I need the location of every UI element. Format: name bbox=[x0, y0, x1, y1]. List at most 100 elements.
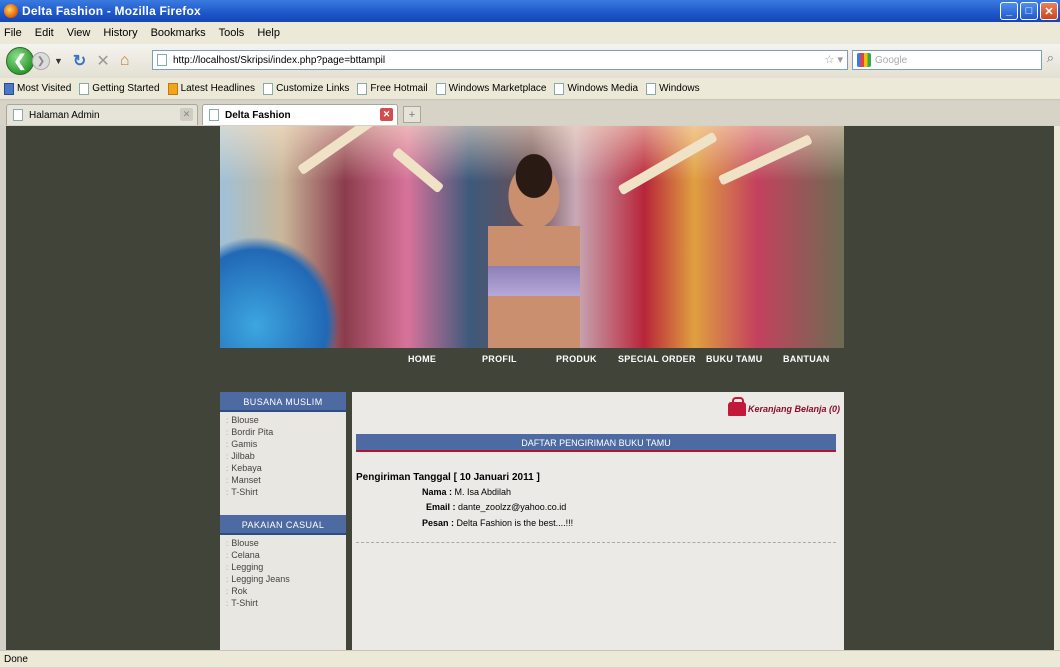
sidebar-item-label: Legging bbox=[231, 562, 264, 572]
menu-bookmarks[interactable]: Bookmarks bbox=[151, 27, 206, 39]
sidebar-item[interactable]: : T-Shirt bbox=[226, 597, 346, 609]
field-value: Delta Fashion is the best....!!! bbox=[456, 518, 574, 528]
bullet-icon: : bbox=[226, 451, 229, 461]
minimize-button[interactable]: _ bbox=[1000, 2, 1018, 20]
cart-label: Keranjang Belanja (0) bbox=[747, 404, 840, 414]
home-icon[interactable]: ⌂ bbox=[120, 52, 130, 70]
bookmark-most-visited[interactable]: Most Visited bbox=[4, 82, 71, 95]
entry-name: Nama : M. Isa Abdilah bbox=[422, 487, 511, 497]
bookmark-icon bbox=[4, 82, 14, 95]
shopping-cart-link[interactable]: Keranjang Belanja (0) bbox=[727, 397, 840, 416]
bullet-icon: : bbox=[226, 415, 229, 425]
entry-email: Email : dante_zoolzz@yahoo.co.id bbox=[426, 502, 566, 512]
section-title: DAFTAR PENGIRIMAN BUKU TAMU bbox=[356, 434, 836, 452]
entry-message: Pesan : Delta Fashion is the best....!!! bbox=[422, 518, 573, 528]
nav-buku-tamu[interactable]: BUKU TAMU bbox=[706, 354, 763, 364]
sidebar-item[interactable]: : Blouse bbox=[226, 414, 346, 426]
new-tab-button[interactable]: + bbox=[403, 106, 421, 123]
field-label: Email : bbox=[426, 502, 456, 512]
sidebar-list-pakaian-casual: : Blouse : Celana : Legging : Legging Jeans … bbox=[220, 535, 346, 613]
address-bar[interactable]: http://localhost/Skripsi/index.php?page=… bbox=[152, 50, 848, 70]
sidebar-item[interactable]: : Jilbab bbox=[226, 450, 346, 462]
bookmark-windows[interactable]: Windows bbox=[646, 82, 700, 95]
nav-special-order[interactable]: SPECIAL ORDER bbox=[618, 354, 696, 364]
nav-produk[interactable]: PRODUK bbox=[556, 354, 597, 364]
sidebar-item[interactable]: : Celana bbox=[226, 549, 346, 561]
menu-help[interactable]: Help bbox=[257, 27, 280, 39]
vertical-scrollbar[interactable] bbox=[1054, 126, 1060, 650]
menu-tools[interactable]: Tools bbox=[219, 27, 245, 39]
header-banner-image bbox=[220, 126, 844, 348]
sidebar-item-label: Celana bbox=[231, 550, 260, 560]
menu-edit[interactable]: Edit bbox=[35, 27, 54, 39]
bookmark-star-icon[interactable]: ☆ ▾ bbox=[825, 53, 843, 66]
close-button[interactable]: ✕ bbox=[1040, 2, 1058, 20]
page-icon bbox=[209, 109, 219, 121]
bullet-icon: : bbox=[226, 550, 229, 560]
banner-fabric bbox=[220, 236, 340, 348]
sidebar-item-label: Manset bbox=[231, 475, 261, 485]
sidebar-item[interactable]: : Manset bbox=[226, 474, 346, 486]
bullet-icon: : bbox=[226, 487, 229, 497]
forward-button[interactable]: ❯ bbox=[32, 52, 50, 70]
navigation-toolbar: ❮ ❯ ▼ ↻ ✕ ⌂ http://localhost/Skripsi/ind… bbox=[0, 44, 1060, 78]
sidebar-item[interactable]: : Rok bbox=[226, 585, 346, 597]
sidebar-item[interactable]: : Legging Jeans bbox=[226, 573, 346, 585]
sidebar-item[interactable]: : Blouse bbox=[226, 537, 346, 549]
tab-halaman-admin[interactable]: Halaman Admin ✕ bbox=[6, 104, 198, 125]
firefox-icon bbox=[4, 4, 18, 18]
reload-icon[interactable]: ↻ bbox=[73, 51, 86, 71]
bullet-icon: : bbox=[226, 562, 229, 572]
window-controls: _ □ ✕ bbox=[1000, 2, 1058, 20]
tab-delta-fashion[interactable]: Delta Fashion ✕ bbox=[202, 104, 398, 125]
menu-file[interactable]: File bbox=[4, 27, 22, 39]
bookmark-latest-headlines[interactable]: Latest Headlines bbox=[167, 82, 255, 95]
menu-view[interactable]: View bbox=[67, 27, 91, 39]
search-icon[interactable]: ⌕ bbox=[1047, 50, 1054, 66]
page-icon bbox=[157, 54, 167, 66]
status-bar: Done bbox=[0, 650, 1060, 667]
bullet-icon: : bbox=[226, 598, 229, 608]
tab-close-icon[interactable]: ✕ bbox=[180, 108, 193, 121]
field-value: dante_zoolzz@yahoo.co.id bbox=[458, 502, 567, 512]
bookmark-getting-started[interactable]: Getting Started bbox=[79, 82, 160, 95]
tab-label: Delta Fashion bbox=[225, 109, 291, 121]
status-text: Done bbox=[4, 653, 28, 665]
sidebar-item[interactable]: : Gamis bbox=[226, 438, 346, 450]
sidebar-item-label: T-Shirt bbox=[231, 487, 258, 497]
bullet-icon: : bbox=[226, 586, 229, 596]
search-input[interactable]: Google bbox=[852, 50, 1042, 70]
sidebar-item-label: Legging Jeans bbox=[231, 574, 290, 584]
back-button[interactable]: ❮ bbox=[6, 47, 34, 75]
rss-icon bbox=[167, 82, 178, 95]
tab-close-icon[interactable]: ✕ bbox=[380, 108, 393, 121]
address-url: http://localhost/Skripsi/index.php?page=… bbox=[173, 54, 386, 66]
sidebar-item-label: Bordir Pita bbox=[231, 427, 274, 437]
menu-bar: File Edit View History Bookmarks Tools H… bbox=[0, 22, 1060, 44]
entry-divider bbox=[356, 542, 836, 543]
bookmark-free-hotmail[interactable]: Free Hotmail bbox=[357, 82, 428, 95]
bookmark-icon bbox=[79, 82, 90, 95]
bookmark-icon bbox=[554, 82, 565, 95]
page-viewport: HOME PROFIL PRODUK SPECIAL ORDER BUKU TA… bbox=[6, 126, 1054, 650]
sidebar-item[interactable]: : Kebaya bbox=[226, 462, 346, 474]
menu-history[interactable]: History bbox=[103, 27, 137, 39]
field-label: Pesan : bbox=[422, 518, 455, 528]
sidebar-item-label: Blouse bbox=[231, 538, 259, 548]
sidebar-heading-pakaian-casual: PAKAIAN CASUAL bbox=[220, 515, 346, 535]
sidebar-item[interactable]: : Legging bbox=[226, 561, 346, 573]
sidebar-item-label: Kebaya bbox=[231, 463, 262, 473]
history-dropdown-icon[interactable]: ▼ bbox=[54, 56, 63, 66]
site-nav: HOME PROFIL PRODUK SPECIAL ORDER BUKU TA… bbox=[220, 348, 844, 372]
maximize-button[interactable]: □ bbox=[1020, 2, 1038, 20]
bullet-icon: : bbox=[226, 538, 229, 548]
sidebar-item[interactable]: : Bordir Pita bbox=[226, 426, 346, 438]
stop-icon[interactable]: ✕ bbox=[96, 51, 109, 71]
bookmark-windows-media[interactable]: Windows Media bbox=[554, 82, 638, 95]
nav-bantuan[interactable]: BANTUAN bbox=[783, 354, 830, 364]
nav-profil[interactable]: PROFIL bbox=[482, 354, 517, 364]
sidebar-item[interactable]: : T-Shirt bbox=[226, 486, 346, 498]
bookmark-windows-marketplace[interactable]: Windows Marketplace bbox=[435, 82, 546, 95]
bookmark-customize-links[interactable]: Customize Links bbox=[263, 82, 349, 95]
nav-home[interactable]: HOME bbox=[408, 354, 436, 364]
